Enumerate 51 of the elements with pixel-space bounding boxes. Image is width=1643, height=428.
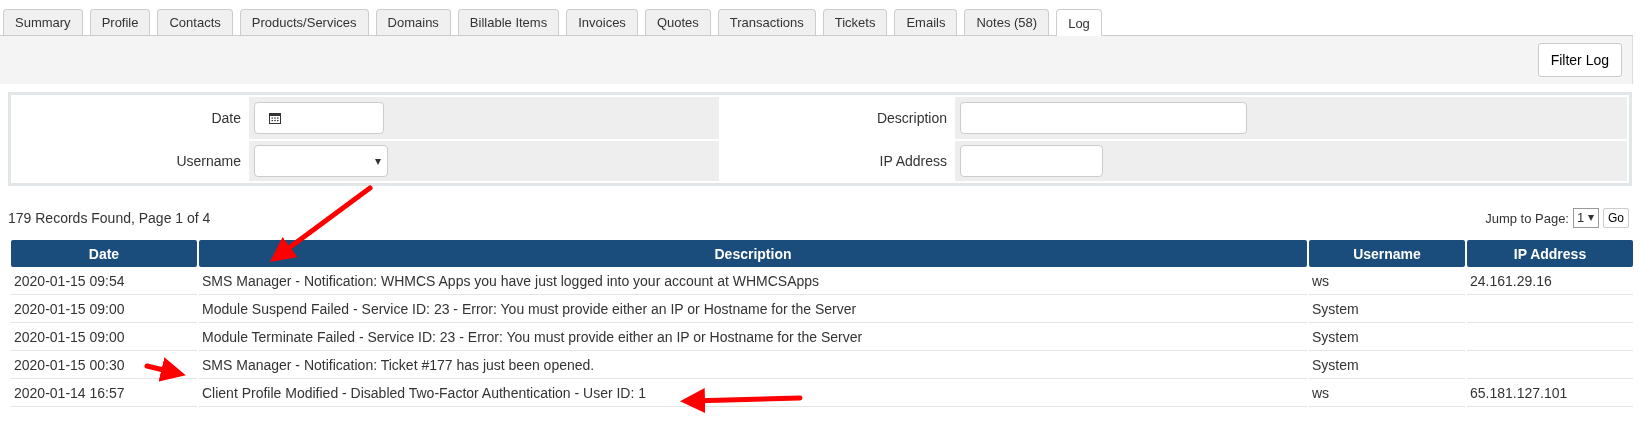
table-cell: ws (1312, 272, 1330, 289)
tab[interactable]: Billable Items (457, 9, 560, 35)
table-cell: Module Suspend Failed - Service ID: 23 - Error: You must provide either an IP or Hostname for the Server (202, 300, 857, 317)
table-cell: 2020-01-14 16:57 (14, 384, 125, 401)
records-count: 179 Records Found, Page 1 of 4 (8, 210, 211, 226)
page-dropdown[interactable]: 1 (1573, 208, 1599, 228)
column-header[interactable]: Date (11, 240, 197, 267)
table-cell: 2020-01-15 09:54 (14, 272, 125, 289)
column-header[interactable]: Description (199, 240, 1307, 267)
field-label: Description (875, 110, 948, 126)
table-cell: System (1312, 328, 1359, 345)
tab[interactable]: Contacts (157, 9, 233, 35)
tab[interactable]: Domains (375, 9, 451, 35)
tab[interactable]: Summary (3, 9, 83, 35)
column-header[interactable]: IP Address (1467, 240, 1633, 267)
table-cell: 24.161.29.16 (1470, 272, 1552, 289)
table-cell: 2020-01-15 00:30 (14, 356, 125, 373)
tab[interactable]: Quotes (644, 9, 711, 35)
username-dropdown[interactable] (254, 145, 388, 177)
tab[interactable]: Invoices (566, 9, 638, 35)
table-cell: SMS Manager - Notification: Ticket #177 has just been opened. (202, 356, 595, 373)
annotation-arrow (144, 357, 186, 382)
date-field[interactable] (254, 102, 384, 134)
calendar-icon (269, 112, 281, 124)
tab[interactable]: Tickets (822, 9, 888, 35)
table-cell: 2020-01-15 09:00 (14, 328, 125, 345)
tab[interactable]: Products/Services (239, 9, 369, 35)
go-button[interactable]: Go (1603, 208, 1629, 228)
field-label: IP Address (878, 153, 948, 169)
table-cell: SMS Manager - Notification: WHMCS Apps you have just logged into your account at WHMCSApps (202, 272, 820, 289)
tab[interactable]: Notes (58) (964, 9, 1050, 35)
tab[interactable]: Transactions (717, 9, 816, 35)
table-cell: 2020-01-15 09:00 (14, 300, 125, 317)
table-cell: System (1312, 356, 1359, 373)
table-cell: System (1312, 300, 1359, 317)
jump-label: Jump to Page: (1485, 210, 1569, 226)
table-cell: ws (1312, 384, 1330, 401)
filter-log-button[interactable]: Filter Log (1537, 43, 1622, 77)
tab[interactable]: Log (1056, 9, 1102, 36)
table-cell: 65.181.127.101 (1470, 384, 1568, 401)
caret-icon (1588, 215, 1594, 221)
text-field[interactable] (960, 102, 1247, 134)
field-label: Username (175, 153, 242, 169)
text-field[interactable] (960, 145, 1103, 177)
table-cell: Client Profile Modified - Disabled Two-Factor Authentication - User ID: 1 (202, 384, 647, 401)
tab[interactable]: Emails (894, 9, 958, 35)
caret-icon (375, 159, 381, 165)
field-label: Date (210, 110, 242, 126)
table-cell: Module Terminate Failed - Service ID: 23 - Error: You must provide either an IP or Hostname for the Server (202, 328, 863, 345)
tab[interactable]: Profile (89, 9, 151, 35)
column-header[interactable]: Username (1309, 240, 1465, 267)
